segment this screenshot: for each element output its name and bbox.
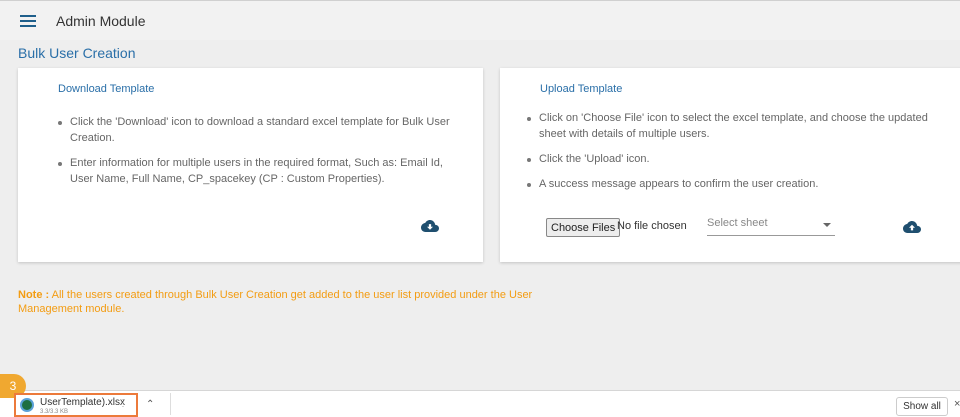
upload-instructions: Click on 'Choose File' icon to select th… — [527, 110, 947, 201]
instruction-item: A success message appears to confirm the… — [527, 176, 947, 192]
app-title: Admin Module — [56, 12, 146, 29]
note-text: Note : All the users created through Bul… — [18, 288, 598, 316]
upload-template-title: Upload Template — [540, 83, 623, 95]
instruction-item: Enter information for multiple users in … — [58, 155, 468, 187]
more-options-icon[interactable]: ⋮ — [118, 398, 128, 409]
close-icon[interactable]: × — [954, 398, 960, 410]
chevron-up-icon[interactable]: ⌃ — [146, 399, 154, 410]
choose-files-button[interactable]: Choose Files — [546, 218, 621, 237]
select-sheet-dropdown[interactable]: Select sheet — [707, 214, 835, 236]
chevron-down-icon — [823, 223, 831, 227]
instruction-item: Click on 'Choose File' icon to select th… — [527, 110, 947, 142]
file-size: 3.3/3.3 KB — [40, 409, 69, 415]
download-template-title: Download Template — [58, 83, 155, 95]
download-template-card: Download Template Click the 'Download' i… — [18, 68, 483, 262]
cloud-upload-icon[interactable] — [903, 220, 921, 234]
select-sheet-placeholder: Select sheet — [707, 217, 768, 229]
download-instructions: Click the 'Download' icon to download a … — [58, 114, 468, 196]
downloads-bar — [0, 390, 960, 417]
show-all-button[interactable]: Show all — [896, 397, 948, 416]
instruction-item: Click the 'Download' icon to download a … — [58, 114, 468, 146]
file-name: UserTemplate).xlsx — [40, 397, 126, 408]
excel-file-icon — [20, 398, 34, 412]
downloaded-file-item[interactable]: UserTemplate).xlsx 3.3/3.3 KB ⋮ — [14, 393, 138, 417]
instruction-item: Click the 'Upload' icon. — [527, 151, 947, 167]
note-label: Note : — [18, 289, 50, 301]
top-bar: Admin Module — [0, 0, 960, 40]
upload-template-card: Upload Template Click on 'Choose File' i… — [500, 68, 960, 262]
page-title: Bulk User Creation — [18, 45, 136, 61]
hamburger-menu-icon[interactable] — [20, 14, 36, 27]
note-body: All the users created through Bulk User … — [18, 289, 533, 315]
divider — [170, 393, 171, 415]
no-file-chosen-text: No file chosen — [617, 220, 687, 232]
cloud-download-icon[interactable] — [421, 219, 439, 233]
